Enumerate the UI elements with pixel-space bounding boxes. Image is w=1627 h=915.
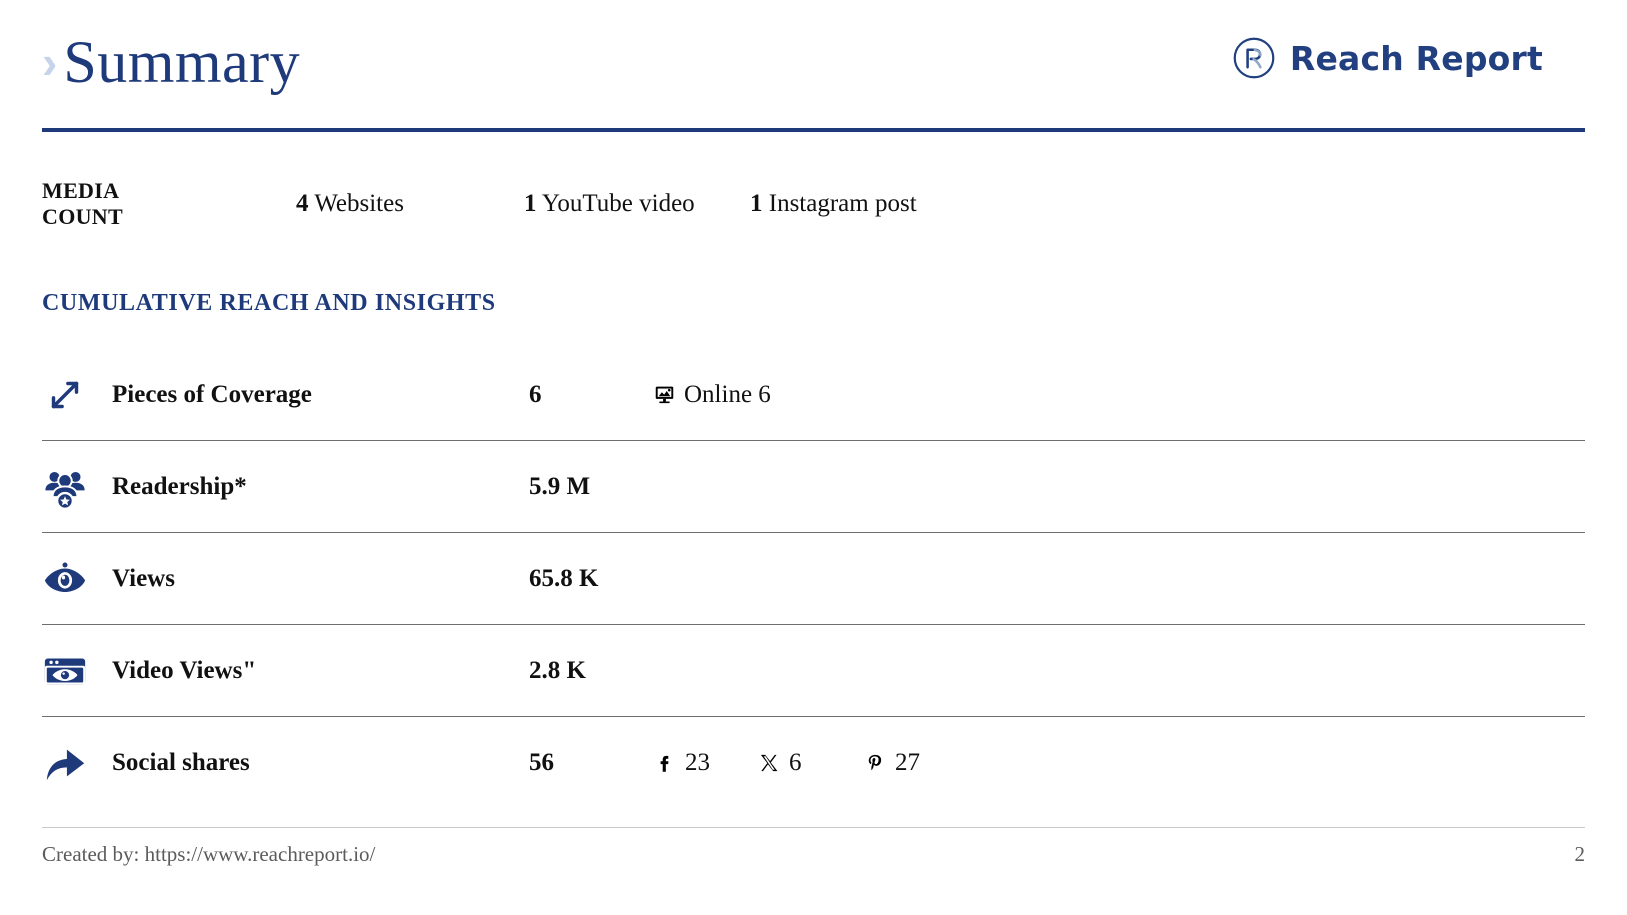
table-row: Views 65.8 K [42,533,1585,625]
diagonal-expand-arrow-icon [42,372,112,418]
media-count-item-youtube: 1 YouTube video [524,190,750,218]
table-row: Social shares 56 23 6 27 [42,717,1585,808]
media-count-name-youtube: YouTube video [541,190,695,217]
reach-report-logo-icon [1232,36,1276,80]
media-count-value-websites: 4 [296,190,309,217]
metric-value: 56 [529,748,554,776]
metric-extra-x: 6 [758,749,864,777]
pinterest-icon [864,752,886,774]
page-footer: Created by: https://www.reachreport.io/ … [42,827,1585,867]
page-title-group: › Summary [42,0,300,92]
metric-value: 2.8 K [529,656,586,684]
metric-extra-text: Online 6 [684,380,771,408]
footer-credit: Created by: https://www.reachreport.io/ [42,842,376,866]
section-heading-cumulative-reach: CUMULATIVE REACH AND INSIGHTS [42,290,496,316]
media-count-value-youtube: 1 [524,190,537,217]
metric-value: 5.9 M [529,472,591,500]
page-header: › Summary Reach Report [42,0,1585,128]
media-count-name-websites: Websites [314,190,404,217]
metric-value: 65.8 K [529,564,599,592]
media-count-item-websites: 4 Websites [296,190,524,218]
media-count-name-instagram: Instagram post [768,190,917,217]
media-count-label: MEDIA COUNT [42,178,296,231]
metric-extra-online: Online 6 [654,381,771,409]
media-count-label-line1: MEDIA [42,177,120,203]
table-row: Pieces of Coverage 6 Online 6 [42,349,1585,441]
metric-extra-text: 6 [789,748,802,776]
chevron-right-icon: › [42,36,58,88]
page-number: 2 [1574,842,1586,866]
metric-label: Video Views" [112,656,257,684]
video-window-eye-icon [42,648,112,694]
brand-logo: Reach Report [1232,36,1543,80]
header-divider [42,128,1585,132]
metric-label: Pieces of Coverage [112,380,312,408]
share-arrow-icon [42,740,112,786]
x-twitter-icon [758,752,780,774]
page-title: Summary [63,29,301,95]
summary-page: › Summary Reach Report MEDIA COUNT 4 Web… [0,0,1627,915]
media-count-value-instagram: 1 [750,190,763,217]
metric-extra-pinterest: 27 [864,749,920,777]
media-count-item-instagram: 1 Instagram post [750,190,917,218]
metric-extra-text: 27 [895,748,920,776]
footer-content: Created by: https://www.reachreport.io/ … [42,828,1585,867]
metric-label: Views [112,564,175,592]
online-monitor-icon [654,384,675,405]
metrics-table: Pieces of Coverage 6 Online 6 Readership… [42,349,1585,808]
metric-extra-facebook: 23 [654,749,758,777]
table-row: Readership* 5.9 M [42,441,1585,533]
group-people-icon [42,464,112,510]
metric-extras: Online 6 [654,381,1585,409]
metric-extras: 23 6 27 [654,749,1585,777]
brand-name: Reach Report [1289,38,1543,78]
metric-extra-text: 23 [685,748,710,776]
metric-label: Social shares [112,748,250,776]
facebook-icon [654,752,676,774]
table-row: Video Views" 2.8 K [42,625,1585,717]
metric-value: 6 [529,380,542,408]
eye-icon [42,556,112,602]
media-count-section: MEDIA COUNT 4 Websites 1 YouTube video 1… [42,176,1585,232]
metric-label: Readership* [112,472,247,500]
media-count-label-line2: COUNT [42,204,123,229]
